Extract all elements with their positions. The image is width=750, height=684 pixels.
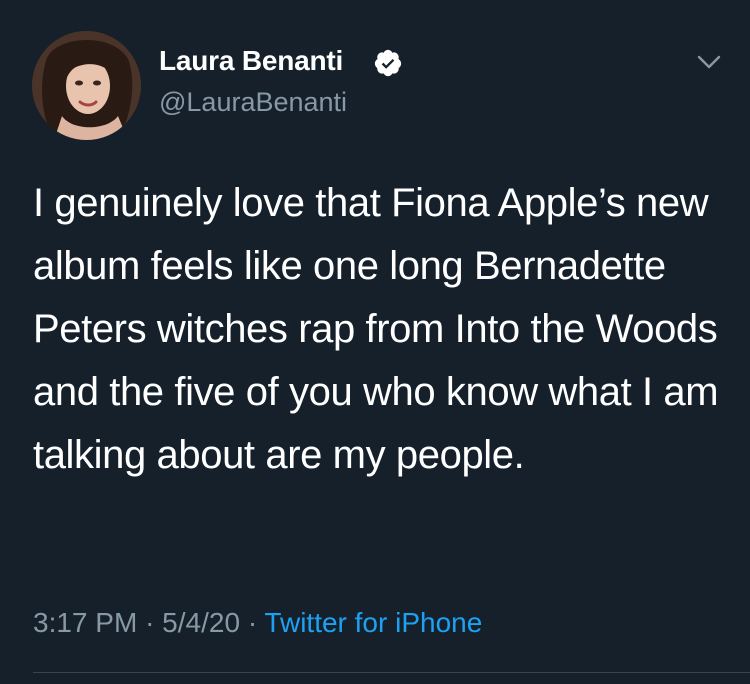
verified-badge-icon xyxy=(374,49,402,77)
avatar[interactable] xyxy=(32,31,141,140)
display-name[interactable]: Laura Benanti xyxy=(159,44,343,78)
tweet-time[interactable]: 3:17 PM xyxy=(33,607,137,638)
meta-separator: · xyxy=(247,607,258,638)
divider xyxy=(33,672,750,673)
chevron-down-icon[interactable] xyxy=(695,50,723,74)
handle[interactable]: @LauraBenanti xyxy=(159,85,347,119)
tweet-source-link[interactable]: Twitter for iPhone xyxy=(264,607,482,638)
tweet-text: I genuinely love that Fiona Apple’s new … xyxy=(33,181,719,477)
tweet-date[interactable]: 5/4/20 xyxy=(162,607,240,638)
tweet-meta: 3:17 PM · 5/4/20 · Twitter for iPhone xyxy=(33,605,482,641)
meta-separator: · xyxy=(145,607,155,638)
